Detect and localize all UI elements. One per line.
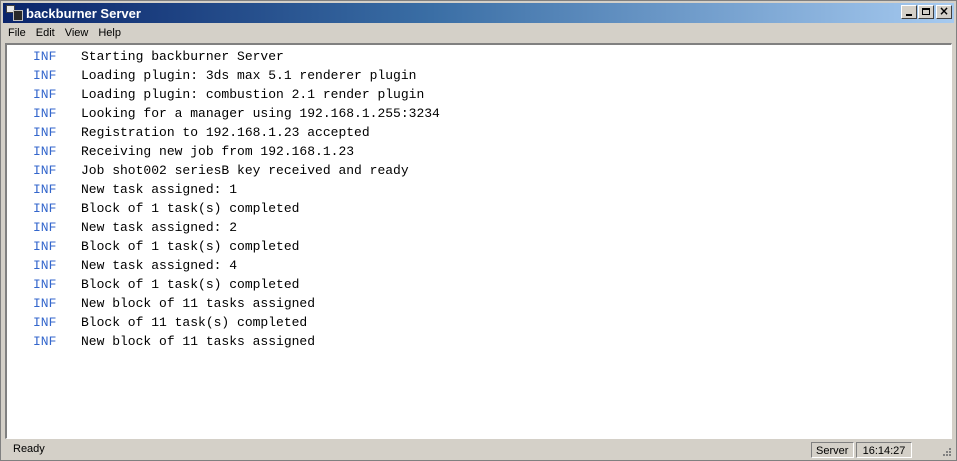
log-level: INF: [33, 220, 57, 235]
log-level: INF: [33, 125, 57, 140]
log-level: INF: [33, 315, 57, 330]
log-list: INF Starting backburner Server INF Loading …: [7, 45, 951, 351]
menu-bar: File Edit View Help: [3, 24, 954, 42]
menu-help[interactable]: Help: [93, 27, 126, 39]
log-row: INF Looking for a manager using 192.168.1…: [7, 104, 951, 123]
close-button[interactable]: ×: [936, 4, 952, 19]
log-level: INF: [33, 106, 57, 121]
log-level: INF: [33, 144, 57, 159]
log-row: INF New block of 11 tasks assigned: [7, 294, 951, 313]
maximize-icon: [922, 8, 930, 15]
status-time-panel: 16:14:27: [856, 442, 912, 458]
status-bar: Ready Server 16:14:27: [3, 441, 954, 459]
menu-file[interactable]: File: [3, 27, 31, 39]
minimize-icon: [906, 14, 912, 16]
log-row: INF Block of 1 task(s) completed: [7, 237, 951, 256]
menu-edit[interactable]: Edit: [31, 27, 60, 39]
log-row: INF Block of 1 task(s) completed: [7, 199, 951, 218]
maximize-button[interactable]: [918, 5, 934, 19]
log-level: INF: [33, 182, 57, 197]
log-row: INF Loading plugin: 3ds max 5.1 renderer …: [7, 66, 951, 85]
log-message: Starting backburner Server: [81, 49, 284, 64]
log-level: INF: [33, 277, 57, 292]
log-message: Receiving new job from 192.168.1.23: [81, 144, 355, 159]
log-message: New task assigned: 1: [81, 182, 238, 197]
log-row: INF Block of 1 task(s) completed: [7, 275, 951, 294]
title-bar[interactable]: backburner Server ×: [3, 3, 954, 23]
log-message: Block of 11 task(s) completed: [81, 315, 308, 330]
log-level: INF: [33, 201, 57, 216]
log-level: INF: [33, 334, 57, 349]
app-window: backburner Server × File Edit View Help …: [0, 0, 957, 461]
log-message: Job shot002 seriesB key received and rea…: [81, 163, 409, 178]
log-level: INF: [33, 87, 57, 102]
log-level: INF: [33, 163, 57, 178]
log-level: INF: [33, 258, 57, 273]
log-row: INF Starting backburner Server: [7, 47, 951, 66]
log-message: Block of 1 task(s) completed: [81, 239, 300, 254]
status-role-panel: Server: [811, 442, 854, 458]
log-row: INF New block of 11 tasks assigned: [7, 332, 951, 351]
log-message: New task assigned: 4: [81, 258, 238, 273]
log-level: INF: [33, 49, 57, 64]
log-row: INF Registration to 192.168.1.23 accepted: [7, 123, 951, 142]
log-message: New block of 11 tasks assigned: [81, 334, 316, 349]
log-row: INF Receiving new job from 192.168.1.23: [7, 142, 951, 161]
log-message: New block of 11 tasks assigned: [81, 296, 316, 311]
status-text: Ready: [13, 443, 45, 455]
log-message: Block of 1 task(s) completed: [81, 201, 300, 216]
log-panel[interactable]: INF Starting backburner Server INF Loading …: [5, 43, 952, 439]
log-level: INF: [33, 68, 57, 83]
log-message: New task assigned: 2: [81, 220, 238, 235]
backburner-app-icon[interactable]: [6, 5, 23, 21]
log-row: INF Loading plugin: combustion 2.1 render…: [7, 85, 951, 104]
log-row: INF New task assigned: 2: [7, 218, 951, 237]
window-title: backburner Server: [26, 5, 141, 21]
log-row: INF Job shot002 seriesB key received and …: [7, 161, 951, 180]
window-controls: ×: [900, 4, 952, 19]
log-level: INF: [33, 296, 57, 311]
menu-view[interactable]: View: [60, 27, 94, 39]
log-message: Loading plugin: 3ds max 5.1 renderer plu…: [81, 68, 417, 83]
log-message: Block of 1 task(s) completed: [81, 277, 300, 292]
log-row: INF New task assigned: 4: [7, 256, 951, 275]
log-message: Looking for a manager using 192.168.1.25…: [81, 106, 440, 121]
resize-grip-icon[interactable]: [940, 445, 952, 457]
close-icon: ×: [938, 4, 950, 18]
minimize-button[interactable]: [901, 5, 917, 19]
log-row: INF New task assigned: 1: [7, 180, 951, 199]
log-message: Registration to 192.168.1.23 accepted: [81, 125, 370, 140]
log-row: INF Block of 11 task(s) completed: [7, 313, 951, 332]
log-level: INF: [33, 239, 57, 254]
log-message: Loading plugin: combustion 2.1 render pl…: [81, 87, 425, 102]
